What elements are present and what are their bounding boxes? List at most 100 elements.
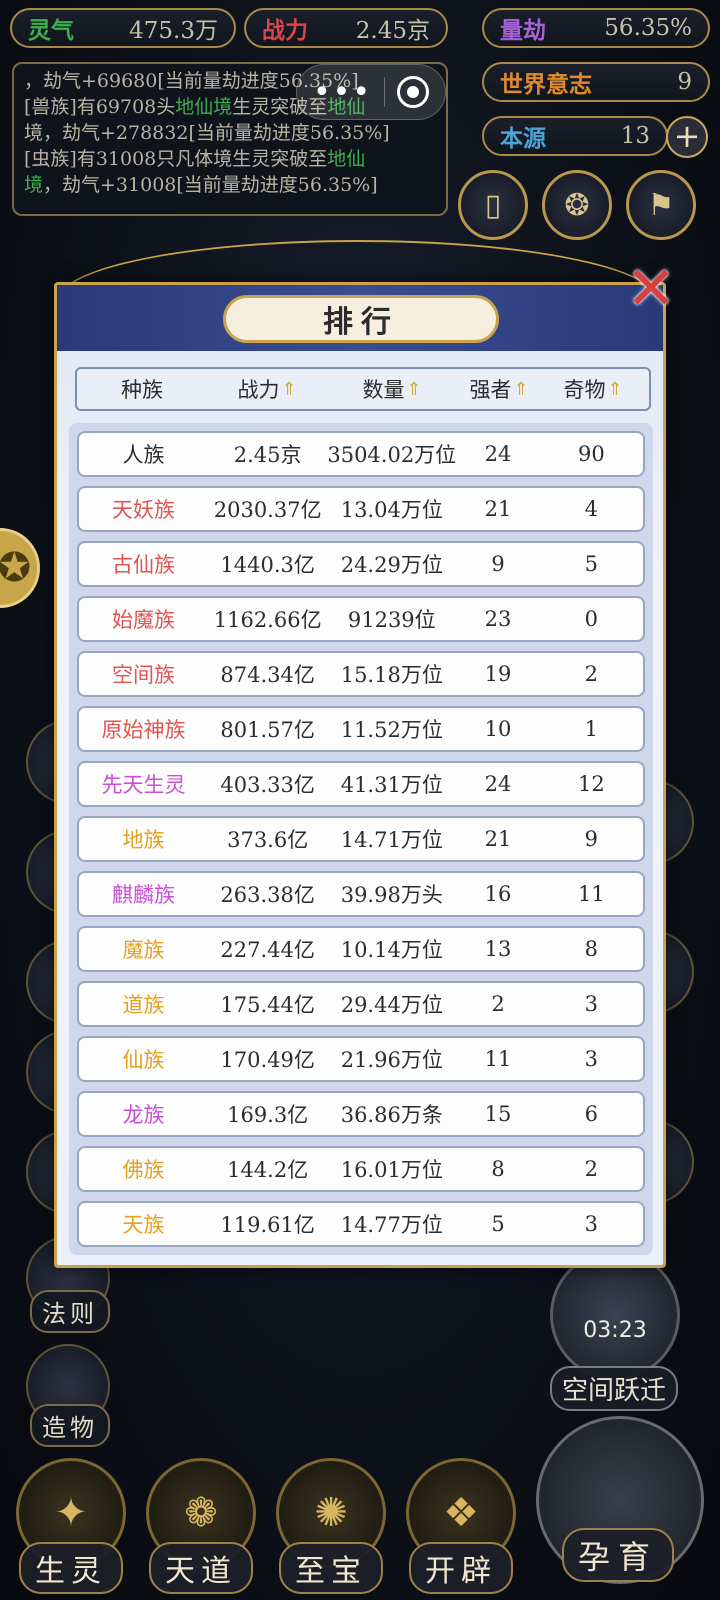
flag-icon[interactable]: ⚑	[626, 170, 696, 240]
cell-count: 11.52万位	[340, 718, 443, 742]
cell-count: 14.71万位	[340, 828, 443, 852]
cell-count: 14.77万位	[340, 1213, 443, 1237]
cell-count: 21.96万位	[340, 1048, 443, 1072]
log-highlight: 地仙境	[175, 96, 233, 118]
create-button[interactable]: 造物	[30, 1404, 110, 1447]
cell-treasure: 2	[584, 662, 599, 686]
cell-strong: 13	[484, 937, 512, 961]
cell-race: 人族	[122, 443, 165, 467]
table-row[interactable]: 龙族 169.3亿 36.86万条 15 6	[77, 1091, 645, 1137]
close-button[interactable]: ✕	[621, 259, 681, 319]
cell-race: 龙族	[122, 1103, 165, 1127]
cell-treasure: 3	[584, 992, 599, 1016]
cell-strong: 21	[484, 827, 512, 851]
table-row[interactable]: 地族 373.6亿 14.71万位 21 9	[77, 816, 645, 862]
table-row[interactable]: 仙族 170.49亿 21.96万位 11 3	[77, 1036, 645, 1082]
stat-world-will[interactable]: 世界意志 9	[482, 62, 710, 102]
cell-power: 874.34亿	[220, 663, 315, 687]
sort-strong[interactable]: 强者 ⇑	[457, 374, 541, 404]
cell-race: 原始神族	[101, 718, 186, 742]
stat-tribulation-label: 量劫	[500, 17, 546, 44]
cell-race: 天妖族	[112, 498, 176, 522]
header-count-label: 数量	[362, 378, 405, 402]
stat-power-label: 战力	[262, 17, 308, 44]
cell-power: 170.49亿	[220, 1048, 315, 1072]
table-row[interactable]: 魔族 227.44亿 10.14万位 13 8	[77, 926, 645, 972]
cell-count: 15.18万位	[340, 663, 443, 687]
cell-power: 175.44亿	[220, 993, 315, 1017]
cell-race: 天族	[122, 1213, 165, 1237]
table-row[interactable]: 麒麟族 263.38亿 39.98万头 16 11	[77, 871, 645, 917]
cell-treasure: 90	[577, 442, 605, 466]
cell-power: 2030.37亿	[213, 498, 322, 522]
cell-power: 1440.3亿	[220, 553, 315, 577]
table-row[interactable]: 佛族 144.2亿 16.01万位 8 2	[77, 1146, 645, 1192]
close-miniprogram-icon[interactable]	[397, 76, 430, 108]
nav-tiandao[interactable]: ❁ 天道	[142, 1444, 260, 1594]
table-row[interactable]: 先天生灵 403.33亿 41.31万位 24 12	[77, 761, 645, 807]
cell-treasure: 11	[577, 882, 605, 906]
stat-lingqi: 灵气 475.3万	[10, 8, 236, 48]
cell-strong: 2	[491, 992, 505, 1016]
yunyu-button[interactable]: 孕育	[561, 1528, 674, 1582]
header-power-label: 战力	[237, 378, 280, 402]
space-jump-button[interactable]: 空间跃迁	[549, 1366, 678, 1411]
stat-tribulation: 量劫 56.35%	[482, 8, 710, 48]
ranking-list[interactable]: 人族 2.45京 3504.02万位 24 90 天妖族 2030.37亿 13.04万位 21…	[69, 423, 653, 1255]
sort-count[interactable]: 数量 ⇑	[327, 374, 457, 404]
cell-power: 227.44亿	[220, 938, 315, 962]
cell-strong: 24	[484, 442, 512, 466]
space-jump-emblem[interactable]: 03:23	[550, 1250, 680, 1380]
cell-power: 263.38亿	[220, 883, 315, 907]
cell-race: 佛族	[122, 1158, 165, 1182]
cell-count: 13.04万位	[340, 498, 443, 522]
cell-strong: 19	[484, 662, 512, 686]
cell-power: 403.33亿	[220, 773, 315, 797]
table-row[interactable]: 人族 2.45京 3504.02万位 24 90	[77, 431, 645, 477]
cell-count: 24.29万位	[340, 553, 443, 577]
table-row[interactable]: 古仙族 1440.3亿 24.29万位 9 5	[77, 541, 645, 587]
stat-lingqi-value: 475.3万	[129, 18, 218, 44]
header-race-label: 种族	[121, 378, 163, 402]
stat-power-value: 2.45京	[355, 18, 430, 44]
nav-tiandao-label: 天道	[149, 1542, 253, 1594]
add-origin-button[interactable]: +	[666, 116, 708, 158]
cell-count: 36.86万条	[340, 1103, 443, 1127]
cell-count: 10.14万位	[340, 938, 443, 962]
log-text: [虫族]有31008只凡体境生灵突破至	[24, 148, 328, 170]
table-row[interactable]: 空间族 874.34亿 15.18万位 19 2	[77, 651, 645, 697]
cell-race: 空间族	[112, 663, 176, 687]
cell-strong: 15	[484, 1102, 512, 1126]
table-row[interactable]: 道族 175.44亿 29.44万位 2 3	[77, 981, 645, 1027]
ranking-modal: 排行 ✕ 种族 战力 ⇑ 数量 ⇑ 强者 ⇑ 奇物 ⇑ 人族 2.45京 3504.02万位…	[54, 259, 676, 1268]
table-row[interactable]: 天族 119.61亿 14.77万位 5 3	[77, 1201, 645, 1247]
cell-treasure: 3	[584, 1047, 599, 1071]
sort-power[interactable]: 战力 ⇑	[207, 374, 327, 404]
table-row[interactable]: 天妖族 2030.37亿 13.04万位 21 4	[77, 486, 645, 532]
sort-arrow-icon: ⇑	[406, 378, 422, 400]
cell-treasure: 1	[584, 717, 599, 741]
table-row[interactable]: 原始神族 801.57亿 11.52万位 10 1	[77, 706, 645, 752]
nav-zhibao[interactable]: ✺ 至宝	[272, 1444, 390, 1594]
log-text: 境，劫气+278832[当前量劫进度56.35%]	[24, 122, 390, 144]
card-icon[interactable]: ▯	[458, 170, 528, 240]
star-icon[interactable]: ✪	[0, 528, 40, 608]
cell-race: 魔族	[122, 938, 165, 962]
cell-race: 麒麟族	[112, 883, 176, 907]
nav-shengling[interactable]: ✦ 生灵	[12, 1444, 130, 1594]
cell-power: 801.57亿	[220, 718, 315, 742]
log-text: [兽族]有69708头	[24, 96, 176, 118]
cell-treasure: 0	[584, 607, 599, 631]
sort-treasure[interactable]: 奇物 ⇑	[541, 374, 645, 404]
portal-icon[interactable]: ❂	[542, 170, 612, 240]
more-icon[interactable]: •••	[313, 75, 372, 110]
table-row[interactable]: 始魔族 1162.66亿 91239位 23 0	[77, 596, 645, 642]
law-button[interactable]: 法则	[30, 1290, 110, 1333]
nav-kaipi[interactable]: ❖ 开辟	[402, 1444, 520, 1594]
stat-world-will-value: 9	[677, 69, 692, 95]
stat-origin[interactable]: 本源 13	[482, 116, 668, 156]
cell-power: 2.45京	[233, 443, 302, 467]
stat-tribulation-value: 56.35%	[604, 15, 692, 41]
cell-treasure: 9	[584, 827, 599, 851]
cell-treasure: 3	[584, 1212, 599, 1236]
